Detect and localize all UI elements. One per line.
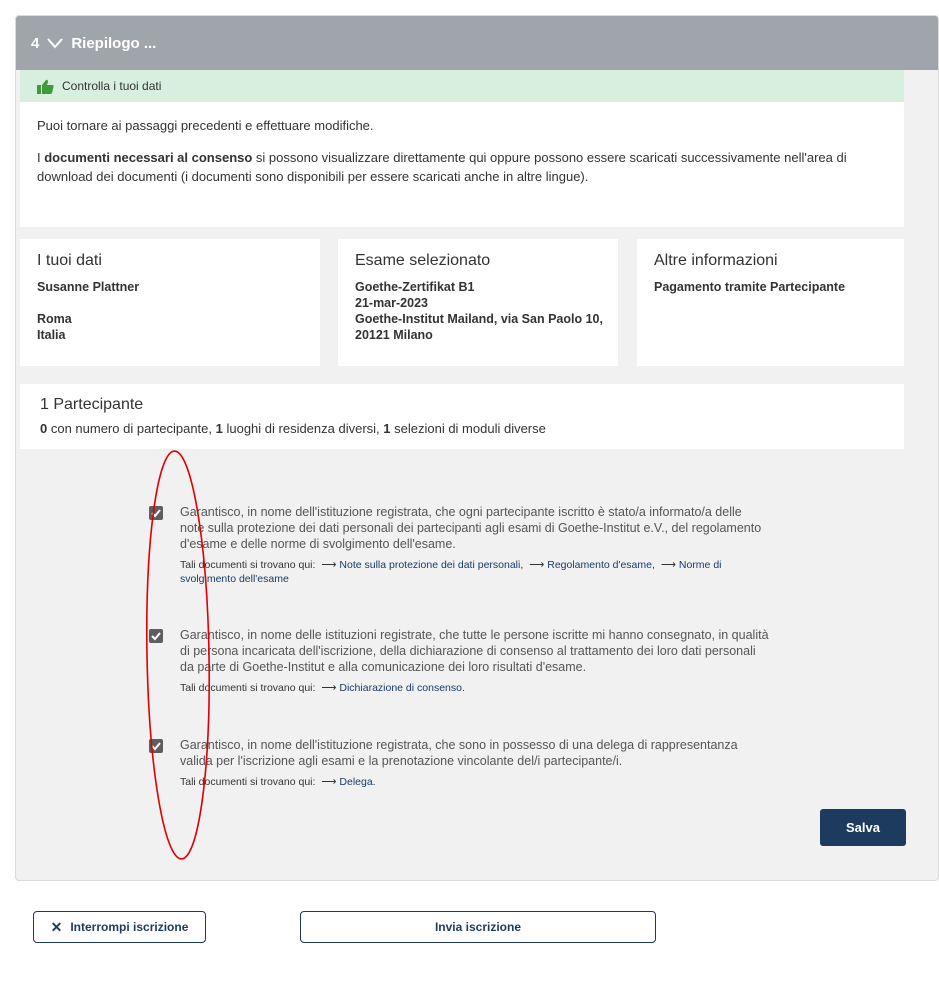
- checkbox-checked-icon[interactable]: [149, 506, 163, 520]
- notice-title: Controlla i tuoi dati: [62, 79, 162, 93]
- cancel-registration-label: Interrompi iscrizione: [70, 920, 189, 934]
- arrow-right-icon: ⟶: [529, 559, 545, 571]
- exam-name: Goethe-Zertifikat B1: [355, 280, 475, 294]
- notice-box: Controlla i tuoi dati Puoi tornare ai pa…: [20, 70, 904, 227]
- exam-date: 21-mar-2023: [355, 296, 428, 310]
- personal-data-card: I tuoi dati Susanne Plattner Roma Italia: [20, 239, 320, 366]
- consent-text: Garantisco, in nome delle istituzioni re…: [180, 628, 769, 674]
- other-info-card: Altre informazioni Pagamento tramite Par…: [637, 239, 904, 366]
- notice-paragraph-2: I documenti necessari al consenso si pos…: [37, 150, 847, 184]
- submit-registration-button[interactable]: Invia iscrizione: [300, 911, 656, 943]
- other-info-heading: Altre informazioni: [654, 252, 778, 269]
- consent-documents: Tali documenti si trovano qui: ⟶ Dichiara…: [180, 682, 465, 694]
- section-header[interactable]: 4 Riepilogo ...: [16, 16, 938, 70]
- arrow-right-icon: ⟶: [660, 559, 676, 571]
- participant-country: Italia: [37, 328, 66, 342]
- arrow-right-icon: ⟶: [321, 776, 337, 788]
- participants-summary: 0 con numero di partecipante, 1 luoghi d…: [40, 421, 546, 436]
- exam-card: Esame selezionato Goethe-Zertifikat B1 2…: [338, 239, 618, 366]
- consent-item-delegation: Garantisco, in nome dell'istituzione reg…: [149, 737, 769, 789]
- participant-name: Susanne Plattner: [37, 280, 140, 294]
- link-consent-declaration[interactable]: Dichiarazione di consenso: [339, 682, 462, 694]
- link-exam-regulations[interactable]: Regolamento d'esame: [547, 559, 652, 571]
- checkbox-checked-icon[interactable]: [149, 629, 163, 643]
- link-delegation[interactable]: Delega: [339, 776, 372, 788]
- notice-paragraph-1: Puoi tornare ai passaggi precedenti e ef…: [37, 118, 374, 133]
- exam-heading: Esame selezionato: [355, 252, 491, 269]
- chevron-down-icon: [47, 38, 64, 49]
- checkbox-checked-icon[interactable]: [149, 739, 163, 753]
- step-number: 4: [31, 34, 40, 52]
- notice-bar: Controlla i tuoi dati: [20, 70, 904, 102]
- link-privacy-notes[interactable]: Note sulla protezione dei dati personali: [339, 559, 520, 571]
- personal-data-heading: I tuoi dati: [37, 252, 102, 269]
- consent-item-privacy: Garantisco, in nome dell'istituzione reg…: [149, 504, 769, 586]
- consent-documents: Tali documenti si trovano qui: ⟶ Delega.: [180, 776, 376, 788]
- consent-documents: Tali documenti si trovano qui: ⟶ Note sul…: [180, 559, 722, 585]
- consent-docs-highlight: documenti necessari al consenso: [44, 150, 253, 165]
- consent-text: Garantisco, in nome dell'istituzione reg…: [180, 738, 738, 768]
- close-icon: ✕: [50, 918, 63, 935]
- payment-method: Pagamento tramite Partecipante: [654, 280, 846, 294]
- participants-heading: 1 Partecipante: [40, 396, 144, 413]
- participants-box: 1 Partecipante 0 con numero di partecipa…: [20, 384, 904, 449]
- section-title: Riepilogo ...: [71, 34, 157, 52]
- arrow-right-icon: ⟶: [321, 682, 337, 694]
- notice-body: Puoi tornare ai passaggi precedenti e ef…: [20, 102, 904, 186]
- participant-city: Roma: [37, 312, 72, 326]
- arrow-right-icon: ⟶: [321, 559, 337, 571]
- thumbs-up-icon: [37, 79, 54, 94]
- consent-text: Garantisco, in nome dell'istituzione reg…: [180, 505, 762, 551]
- consent-item-declaration: Garantisco, in nome delle istituzioni re…: [149, 627, 769, 695]
- cancel-registration-button[interactable]: ✕ Interrompi iscrizione: [33, 911, 206, 943]
- save-button[interactable]: Salva: [820, 809, 906, 846]
- exam-location: Goethe-Institut Mailand, via San Paolo 1…: [355, 312, 603, 342]
